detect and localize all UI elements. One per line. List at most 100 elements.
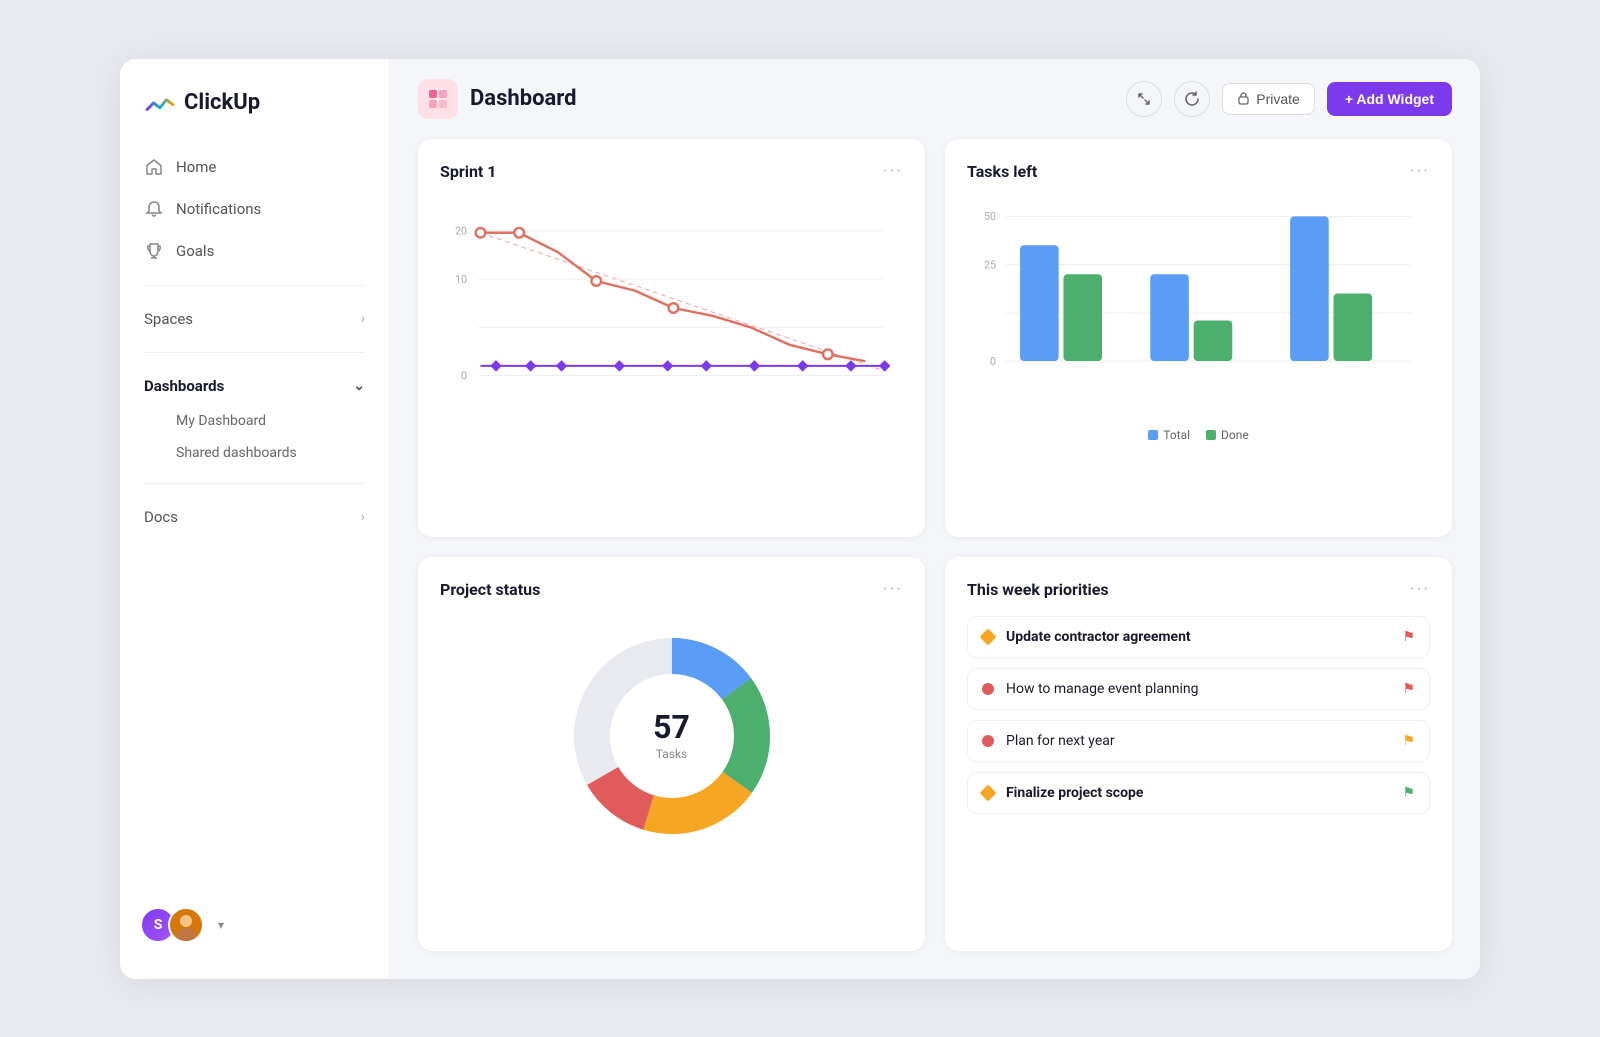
priority-name-4: Finalize project scope — [1006, 785, 1143, 801]
dashboard-grid: Sprint 1 ··· 20 10 0 — [390, 139, 1480, 979]
priority-indicator-3 — [982, 735, 994, 747]
priority-item-1[interactable]: Update contractor agreement ⚑ — [967, 616, 1430, 658]
sidebar-item-goals[interactable]: Goals — [132, 231, 377, 271]
app-container: ClickUp Home Notifications — [120, 59, 1480, 979]
priorities-widget-header: This week priorities ··· — [967, 579, 1430, 600]
svg-text:20: 20 — [455, 224, 467, 237]
page-title: Dashboard — [470, 86, 577, 111]
priority-name-1: Update contractor agreement — [1006, 629, 1191, 645]
chevron-right-icon-docs: › — [361, 509, 365, 525]
avatar-photo — [168, 907, 204, 943]
priority-left-3: Plan for next year — [982, 733, 1115, 749]
lock-icon — [1237, 92, 1250, 105]
svg-text:10: 10 — [455, 272, 467, 285]
priority-indicator-4 — [980, 784, 997, 801]
legend-total: Total — [1148, 428, 1190, 442]
priority-indicator-1 — [980, 628, 997, 645]
tasks-left-widget-title: Tasks left — [967, 162, 1037, 181]
priority-name-2: How to manage event planning — [1006, 681, 1198, 697]
sidebar-item-home[interactable]: Home — [132, 147, 377, 187]
private-label: Private — [1256, 91, 1300, 107]
sidebar-item-my-dashboard[interactable]: My Dashboard — [132, 405, 377, 437]
priorities-widget: This week priorities ··· Update contract… — [945, 557, 1452, 951]
bell-icon — [144, 199, 164, 219]
project-status-widget-menu[interactable]: ··· — [883, 579, 903, 600]
sidebar-section-spaces[interactable]: Spaces › — [132, 300, 377, 338]
sprint-chart-svg: 20 10 0 — [440, 198, 903, 418]
sprint-widget-header: Sprint 1 ··· — [440, 161, 903, 182]
dashboard-icon-box — [418, 79, 458, 119]
sidebar-item-notifications[interactable]: Notifications — [132, 189, 377, 229]
main-content: Dashboard Private + Add Widget — [390, 59, 1480, 979]
bar-chart-svg: 50 25 0 — [967, 198, 1430, 418]
sidebar-item-shared-dashboards-label: Shared dashboards — [176, 445, 297, 461]
header: Dashboard Private + Add Widget — [390, 59, 1480, 139]
logo[interactable]: ClickUp — [120, 87, 389, 147]
priority-indicator-2 — [982, 683, 994, 695]
sidebar: ClickUp Home Notifications — [120, 59, 390, 979]
priority-left-4: Finalize project scope — [982, 785, 1143, 801]
donut-number: 57 — [653, 711, 690, 743]
clickup-logo-icon — [144, 87, 176, 119]
sidebar-item-my-dashboard-label: My Dashboard — [176, 413, 266, 429]
priority-item-2[interactable]: How to manage event planning ⚑ — [967, 668, 1430, 710]
priority-item-3[interactable]: Plan for next year ⚑ — [967, 720, 1430, 762]
priority-name-3: Plan for next year — [1006, 733, 1115, 749]
svg-text:25: 25 — [984, 258, 996, 271]
sidebar-divider-1 — [144, 285, 365, 286]
sidebar-item-shared-dashboards[interactable]: Shared dashboards — [132, 437, 377, 469]
svg-text:50: 50 — [984, 210, 996, 223]
svg-text:0: 0 — [461, 369, 467, 382]
trophy-icon — [144, 241, 164, 261]
sidebar-item-notifications-label: Notifications — [176, 200, 261, 218]
sidebar-section-docs[interactable]: Docs › — [132, 498, 377, 536]
tasks-left-widget-header: Tasks left ··· — [967, 161, 1430, 182]
logo-text: ClickUp — [184, 90, 260, 115]
sidebar-item-goals-label: Goals — [176, 242, 214, 260]
priority-item-4[interactable]: Finalize project scope ⚑ — [967, 772, 1430, 814]
sprint-chart: 20 10 0 — [440, 198, 903, 418]
priority-left-2: How to manage event planning — [982, 681, 1198, 697]
project-status-widget: Project status ··· — [418, 557, 925, 951]
sidebar-divider-2 — [144, 352, 365, 353]
sprint-widget-title: Sprint 1 — [440, 162, 496, 181]
refresh-button[interactable] — [1174, 81, 1210, 117]
project-status-widget-header: Project status ··· — [440, 579, 903, 600]
sidebar-section-dashboards-label: Dashboards — [144, 377, 224, 395]
sidebar-navigation: Home Notifications Goals Spaces › — [120, 147, 389, 536]
expand-button[interactable] — [1126, 81, 1162, 117]
svg-text:0: 0 — [990, 354, 996, 367]
bar-chart: 50 25 0 — [967, 198, 1430, 418]
refresh-icon — [1184, 91, 1200, 107]
chevron-down-icon: ⌄ — [353, 378, 365, 394]
header-actions: Private + Add Widget — [1126, 81, 1452, 117]
priority-flag-2: ⚑ — [1402, 681, 1415, 697]
legend-total-label: Total — [1163, 428, 1190, 442]
sidebar-section-dashboards[interactable]: Dashboards ⌄ — [132, 367, 377, 405]
legend-done-dot — [1206, 430, 1216, 440]
legend-done: Done — [1206, 428, 1249, 442]
priorities-widget-menu[interactable]: ··· — [1410, 579, 1430, 600]
priority-flag-3: ⚑ — [1402, 733, 1415, 749]
donut-label: Tasks — [653, 747, 690, 761]
donut-center: 57 Tasks — [653, 711, 690, 761]
expand-icon — [1137, 92, 1151, 106]
project-status-widget-title: Project status — [440, 580, 540, 599]
grid-icon — [427, 88, 449, 110]
sidebar-footer: S ▾ — [120, 891, 389, 959]
avatar-group[interactable]: S — [140, 907, 204, 943]
priority-list: Update contractor agreement ⚑ How to man… — [967, 616, 1430, 814]
sidebar-divider-3 — [144, 483, 365, 484]
legend-done-label: Done — [1221, 428, 1249, 442]
sidebar-section-docs-label: Docs — [144, 508, 178, 526]
tasks-left-widget: Tasks left ··· 50 25 0 — [945, 139, 1452, 537]
private-button[interactable]: Private — [1222, 83, 1315, 115]
add-widget-button[interactable]: + Add Widget — [1327, 82, 1452, 116]
sprint-widget-menu[interactable]: ··· — [883, 161, 903, 182]
tasks-left-widget-menu[interactable]: ··· — [1410, 161, 1430, 182]
legend-total-dot — [1148, 430, 1158, 440]
footer-dropdown-arrow[interactable]: ▾ — [218, 918, 224, 932]
sidebar-item-home-label: Home — [176, 158, 216, 176]
home-icon — [144, 157, 164, 177]
chart-legend: Total Done — [967, 428, 1430, 442]
